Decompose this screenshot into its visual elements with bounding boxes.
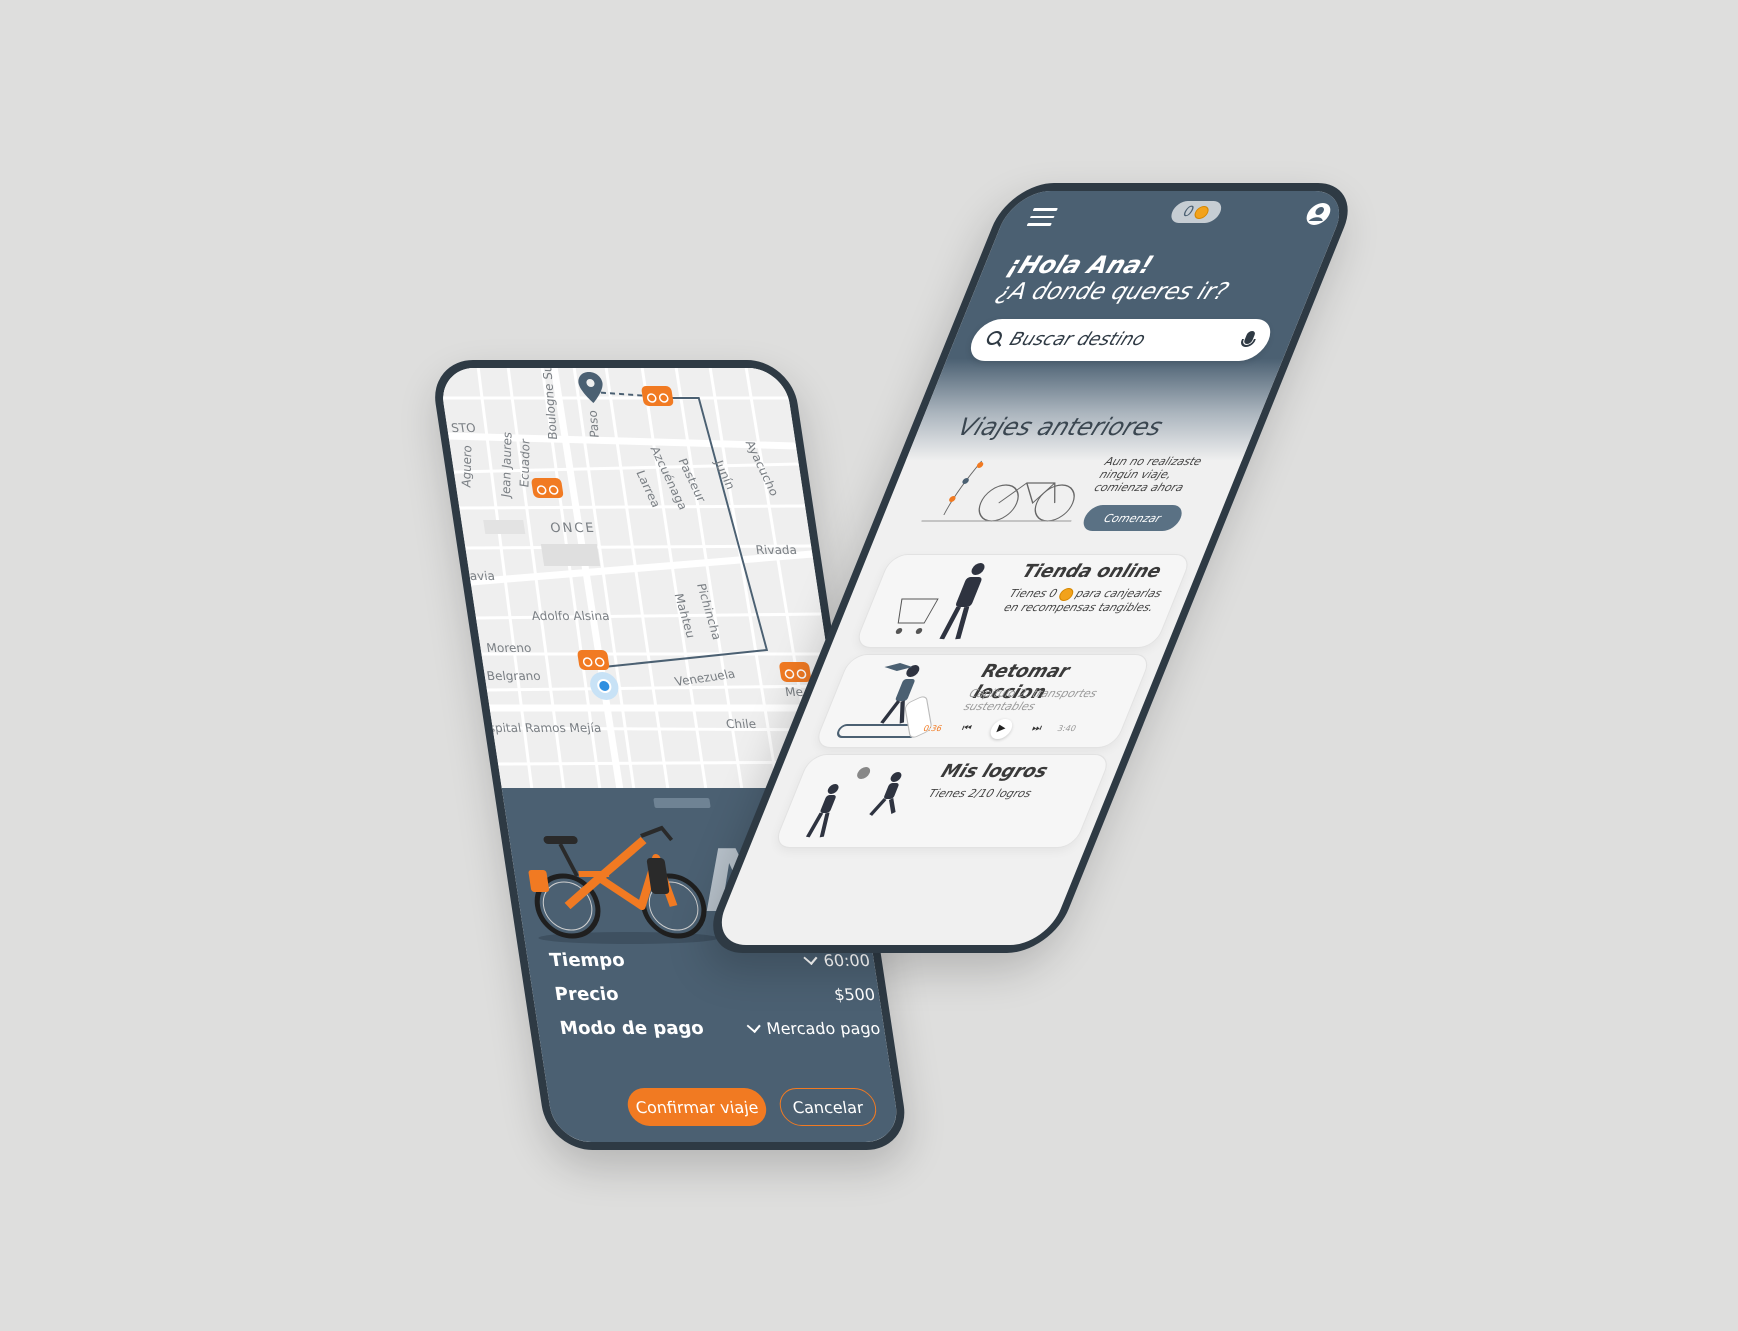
coin-icon bbox=[1056, 587, 1076, 601]
svg-text:Belgrano: Belgrano bbox=[486, 669, 542, 683]
menu-icon[interactable] bbox=[1025, 203, 1060, 231]
achievements-title: Mis logros bbox=[937, 761, 1051, 782]
profile-icon[interactable] bbox=[1303, 203, 1334, 225]
microphone-icon[interactable] bbox=[1242, 331, 1257, 344]
svg-text:Rivada: Rivada bbox=[755, 543, 798, 557]
coin-icon bbox=[1193, 205, 1212, 219]
bike-image bbox=[528, 825, 719, 944]
shop-subtitle: Tienes 0 para canjearlas en recompensas … bbox=[1002, 587, 1164, 614]
shop-title: Tienda online bbox=[1018, 561, 1165, 582]
audio-total-time: 3:40 bbox=[1055, 724, 1078, 733]
achievements-card[interactable]: Mis logros Tienes 2/10 logros bbox=[773, 755, 1111, 847]
svg-text:Adolfo Alsina: Adolfo Alsina bbox=[531, 609, 611, 623]
lesson-card[interactable]: Retomar leccion Capitulo 2: transportes … bbox=[814, 655, 1152, 747]
svg-text:avia: avia bbox=[469, 569, 496, 583]
time-label: Tiempo bbox=[548, 950, 627, 971]
svg-text:spital Ramos Mejía: spital Ramos Mejía bbox=[488, 721, 603, 735]
time-value[interactable]: 60:00 bbox=[803, 950, 871, 970]
payment-label: Modo de pago bbox=[558, 1018, 706, 1039]
cancel-button[interactable]: Cancelar bbox=[777, 1088, 879, 1126]
svg-text:Moreno: Moreno bbox=[486, 641, 533, 655]
time-row[interactable]: Tiempo 60:00 bbox=[548, 950, 871, 971]
bike-illustration bbox=[921, 460, 1075, 522]
search-placeholder: Buscar destino bbox=[1006, 329, 1149, 350]
street-map[interactable]: STO Aguero Jean Jaures Ecuador Boulogne … bbox=[438, 360, 848, 789]
chevron-down-icon bbox=[803, 950, 818, 966]
price-row: Precio $500 bbox=[553, 984, 876, 1005]
no-trips-message: Aun no realizaste ningún viaje, comienza… bbox=[1092, 455, 1204, 494]
svg-text:Chile: Chile bbox=[725, 717, 757, 731]
search-icon bbox=[984, 331, 1005, 345]
svg-text:Ecuador: Ecuador bbox=[517, 438, 532, 489]
search-input[interactable]: Buscar destino bbox=[964, 319, 1278, 361]
payment-row[interactable]: Modo de pago Mercado pago bbox=[559, 1018, 882, 1039]
greeting: ¡Hola Ana! bbox=[1003, 251, 1158, 279]
achievements-subtitle: Tienes 2/10 logros bbox=[926, 787, 1034, 800]
play-icon[interactable]: ▶ bbox=[987, 719, 1016, 739]
next-track-icon[interactable]: ⏭ bbox=[1030, 723, 1043, 734]
section-title: Viajes anteriores bbox=[953, 413, 1167, 441]
audio-current-time: 0:36 bbox=[921, 724, 944, 733]
price-value: $500 bbox=[832, 985, 877, 1004]
start-button[interactable]: Comenzar bbox=[1079, 505, 1186, 531]
svg-text:Aguero: Aguero bbox=[459, 444, 474, 489]
confirm-ride-button[interactable]: Confirmar viaje bbox=[625, 1088, 769, 1126]
lesson-subtitle: Capitulo 2: transportes sustentables bbox=[961, 687, 1099, 713]
chevron-down-icon bbox=[746, 1018, 761, 1034]
destination-question: ¿A donde queres ir? bbox=[992, 279, 1233, 305]
audio-player[interactable]: 0:36 ⏮ ▶ ⏭ 3:40 bbox=[919, 719, 1079, 739]
shop-card[interactable]: Tienda online Tienes 0 para canjearlas e… bbox=[854, 555, 1192, 647]
svg-text:ONCE: ONCE bbox=[549, 521, 596, 536]
shopping-cart-illustration bbox=[895, 563, 985, 640]
celebration-illustration bbox=[805, 767, 902, 838]
previous-track-icon[interactable]: ⏮ bbox=[960, 723, 973, 734]
payment-value[interactable]: Mercado pago bbox=[746, 1018, 882, 1038]
coin-balance[interactable]: 0 bbox=[1167, 201, 1225, 223]
price-label: Precio bbox=[553, 984, 621, 1005]
svg-text:Jean Jaures: Jean Jaures bbox=[499, 431, 515, 500]
user-location-icon bbox=[597, 679, 612, 693]
sheet-handle[interactable] bbox=[653, 798, 711, 808]
svg-text:Paso: Paso bbox=[586, 410, 602, 439]
svg-text:STO: STO bbox=[450, 421, 476, 435]
map-view[interactable]: STO Aguero Jean Jaures Ecuador Boulogne … bbox=[438, 360, 848, 789]
